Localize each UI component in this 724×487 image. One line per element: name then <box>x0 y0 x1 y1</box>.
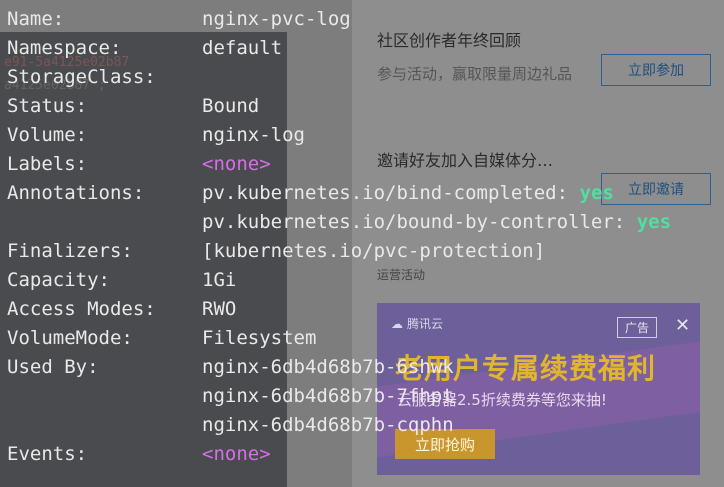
annotation-line: pv.kubernetes.io/bind-completed: yes <box>202 182 614 204</box>
field-key: Capacity: <box>7 268 110 291</box>
field-key: Status: <box>7 94 88 117</box>
field-key: Labels: <box>7 152 88 175</box>
field-key: StorageClass: <box>7 65 156 88</box>
annotation-line: pv.kubernetes.io/bound-by-controller: ye… <box>202 211 671 233</box>
field-value-none: <none> <box>202 152 271 175</box>
field-value: nginx-log <box>202 123 305 146</box>
field-key: Volume: <box>7 123 88 146</box>
field-value: Filesystem <box>202 326 317 349</box>
field-value: 1Gi <box>202 268 237 291</box>
field-value-none: <none> <box>202 442 271 465</box>
field-value: Bound <box>202 94 260 117</box>
field-key: VolumeMode: <box>7 326 133 349</box>
pod-name: nginx-6db4d68b7b-6shwk <box>202 355 454 378</box>
field-key: Annotations: <box>7 181 145 204</box>
annotation-value: yes <box>636 210 672 233</box>
terminal-output: Name: nginx-pvc-log Namespace: default S… <box>0 0 724 487</box>
pod-name: nginx-6db4d68b7b-7fhpt <box>202 384 454 407</box>
annotation-value: yes <box>579 181 614 204</box>
annotation-key: pv.kubernetes.io/bound-by-controller: <box>202 210 626 233</box>
field-key: Access Modes: <box>7 297 156 320</box>
field-value: RWO <box>202 297 237 320</box>
field-key: Used By: <box>7 355 99 378</box>
field-value: [kubernetes.io/pvc-protection] <box>202 239 546 262</box>
pod-name: nginx-6db4d68b7b-cqphn <box>202 413 454 436</box>
field-value: default <box>202 36 283 59</box>
annotation-key: pv.kubernetes.io/bind-completed: <box>202 181 569 204</box>
field-key: Name: <box>7 7 65 30</box>
field-key: Finalizers: <box>7 239 133 262</box>
field-key: Events: <box>7 442 88 465</box>
field-value: nginx-pvc-log <box>202 7 351 30</box>
field-key: Namespace: <box>7 36 122 59</box>
